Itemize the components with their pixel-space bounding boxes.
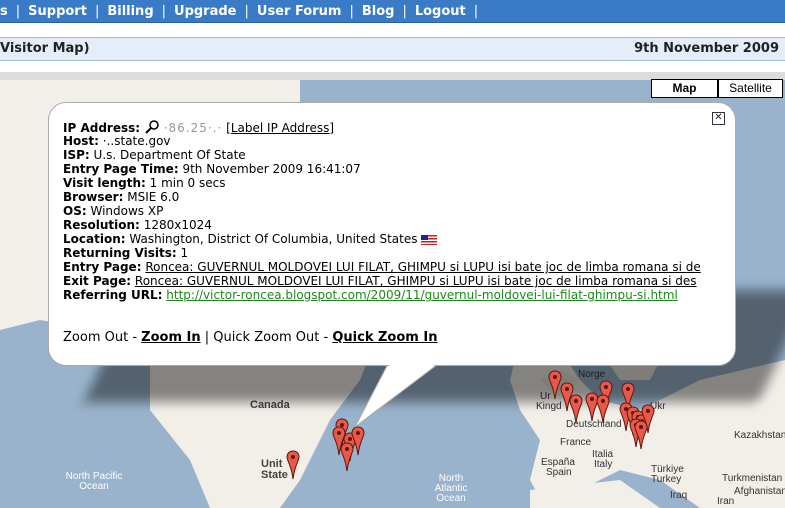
returning-value: 1 (180, 246, 189, 260)
quick-zoom-in-link[interactable]: Quick Zoom In (332, 330, 437, 345)
map-label-iran: Iran (717, 496, 735, 507)
exit-page-link[interactable]: Roncea: GUVERNUL MOLDOVEI LUI FILAT, GHI… (135, 274, 697, 288)
host-row: Host: ·..state.gov (63, 134, 171, 148)
entry-time-value: 9th November 2009 16:41:07 (182, 162, 361, 176)
map-label-france: France (560, 437, 592, 448)
zoom-out-label[interactable]: Zoom Out (63, 330, 128, 345)
map-label-uk-2: Kingd (536, 401, 562, 412)
nav-item-blog[interactable]: Blog (362, 4, 395, 19)
visitor-details: IP Address: ·86.25·.· [Label IP Address]… (63, 120, 721, 302)
nav-item-partial[interactable]: s (0, 4, 8, 19)
map-label-united-states-2: State (261, 469, 288, 481)
entry-page-link[interactable]: Roncea: GUVERNUL MOLDOVEI LUI FILAT, GHI… (145, 260, 700, 274)
nav-item-billing[interactable]: Billing (107, 4, 153, 19)
browser-row: Browser: MSIE 6.0 (63, 190, 180, 204)
page-date: 9th November 2009 (634, 41, 779, 56)
map-marker-icon[interactable] (569, 394, 583, 424)
map-type-satellite-button[interactable]: Satellite (718, 79, 783, 98)
os-value: Windows XP (90, 204, 164, 218)
visit-length-value: 1 min 0 secs (149, 176, 226, 190)
nav-item-logout[interactable]: Logout (415, 4, 466, 19)
label-ip-link[interactable]: [Label IP Address] (226, 121, 334, 134)
map-label-iraq: Iraq (670, 490, 688, 501)
visit-length-row: Visit length: 1 min 0 secs (63, 176, 226, 190)
os-row: OS: Windows XP (63, 204, 164, 218)
exit-page-row: Exit Page: Roncea: GUVERNUL MOLDOVEI LUI… (63, 274, 697, 288)
top-navigation: s | Support | Billing | Upgrade | User Forum | Blo… (0, 0, 785, 23)
map-type-map-button[interactable]: Map (651, 79, 718, 98)
map-marker-icon[interactable] (634, 420, 648, 450)
map-marker-icon[interactable] (286, 450, 300, 480)
magnifier-icon[interactable] (144, 120, 160, 134)
map-label-spain: Spain (546, 467, 572, 478)
map-label-north-pacific-2: Ocean (79, 481, 109, 492)
map-label-turkmenistan: Turkmenistan (722, 473, 783, 484)
entry-time-row: Entry Page Time: 9th November 2009 16:41… (63, 162, 361, 176)
map-label-north-atlantic-3: Ocean (436, 493, 466, 504)
map-marker-icon[interactable] (596, 394, 610, 424)
isp-value: U.s. Department Of State (93, 148, 246, 162)
returning-row: Returning Visits: 1 (63, 246, 189, 260)
ip-value: ·86.25·.· (163, 121, 223, 134)
host-value: ·..state.gov (102, 134, 171, 148)
page-title-bar: Visitor Map) 9th November 2009 (0, 37, 785, 61)
browser-value: MSIE 6.0 (127, 190, 180, 204)
map-marker-icon[interactable] (340, 442, 354, 472)
entry-page-row: Entry Page: Roncea: GUVERNUL MOLDOVEI LU… (63, 260, 701, 274)
resolution-value: 1280x1024 (143, 218, 212, 232)
referring-row: Referring URL: http://victor-roncea.blog… (63, 288, 678, 302)
map-label-italy: Italy (594, 459, 613, 470)
referring-url-link[interactable]: http://victor-roncea.blogspot.com/2009/1… (166, 288, 678, 302)
zoom-in-link[interactable]: Zoom In (141, 330, 200, 345)
nav-item-user-forum[interactable]: User Forum (257, 4, 342, 19)
location-row: Location: Washington, District Of Columb… (63, 232, 721, 246)
map-label-united-states-1: Unit (261, 458, 283, 470)
page-title: Visitor Map) (0, 41, 90, 56)
ip-row: IP Address: ·86.25·.· [Label IP Address] (63, 120, 335, 134)
zoom-controls: Zoom Out - Zoom In | Quick Zoom Out - Qu… (63, 330, 438, 345)
map-label-turkey: Turkey (651, 474, 682, 485)
map-label-kazakhstan: Kazakhstan (734, 430, 785, 441)
isp-row: ISP: U.s. Department Of State (63, 148, 246, 162)
location-value: Washington, District Of Columbia, United… (129, 232, 418, 246)
nav-item-upgrade[interactable]: Upgrade (174, 4, 236, 19)
map-label-afghanistan: Afghanistan (734, 486, 785, 497)
us-flag-icon (421, 234, 438, 245)
nav-item-support[interactable]: Support (28, 4, 87, 19)
resolution-row: Resolution: 1280x1024 (63, 218, 212, 232)
quick-zoom-out-label[interactable]: Quick Zoom Out (213, 330, 319, 345)
